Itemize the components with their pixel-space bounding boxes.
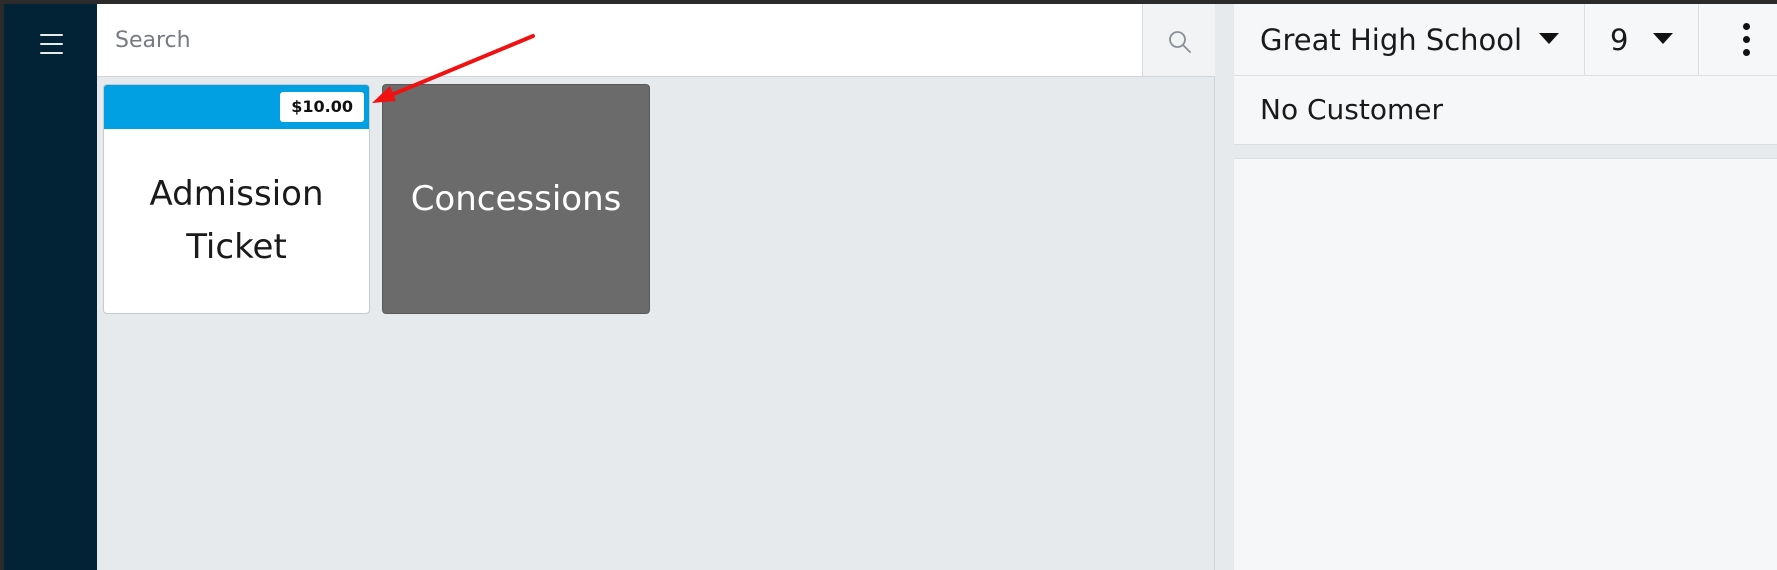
search-input[interactable] bbox=[97, 4, 1142, 77]
venue-select[interactable]: Great High School bbox=[1234, 4, 1585, 76]
nav-rail bbox=[4, 4, 97, 570]
product-tile-admission-ticket[interactable]: $10.00 Admission Ticket bbox=[103, 84, 370, 314]
more-vertical-icon[interactable] bbox=[1699, 4, 1777, 76]
search-icon bbox=[1169, 31, 1191, 53]
customer-label: No Customer bbox=[1260, 93, 1443, 126]
price-badge: $10.00 bbox=[280, 92, 364, 122]
caret-down-icon bbox=[1539, 33, 1559, 44]
product-grid-area: $10.00 Admission Ticket Concessions bbox=[97, 4, 1215, 570]
order-panel: Great High School 9 No Customer bbox=[1215, 4, 1777, 570]
order-items-area bbox=[1234, 158, 1777, 570]
tile-header-bar: $10.00 bbox=[104, 85, 369, 129]
customer-selector[interactable]: No Customer bbox=[1234, 76, 1777, 145]
app-frame: $10.00 Admission Ticket Concessions Grea… bbox=[0, 0, 1777, 570]
quantity-label: 9 bbox=[1610, 23, 1629, 57]
tile-title: Concessions bbox=[410, 178, 622, 219]
search-button[interactable] bbox=[1142, 4, 1215, 77]
order-panel-header: Great High School 9 bbox=[1234, 4, 1777, 76]
search-bar bbox=[97, 4, 1142, 77]
venue-label: Great High School bbox=[1260, 23, 1523, 57]
caret-down-icon bbox=[1653, 33, 1673, 44]
hamburger-icon[interactable] bbox=[40, 34, 63, 55]
category-tile-concessions[interactable]: Concessions bbox=[382, 84, 650, 314]
quantity-select[interactable]: 9 bbox=[1585, 4, 1699, 76]
tile-title: Admission Ticket bbox=[149, 174, 324, 267]
